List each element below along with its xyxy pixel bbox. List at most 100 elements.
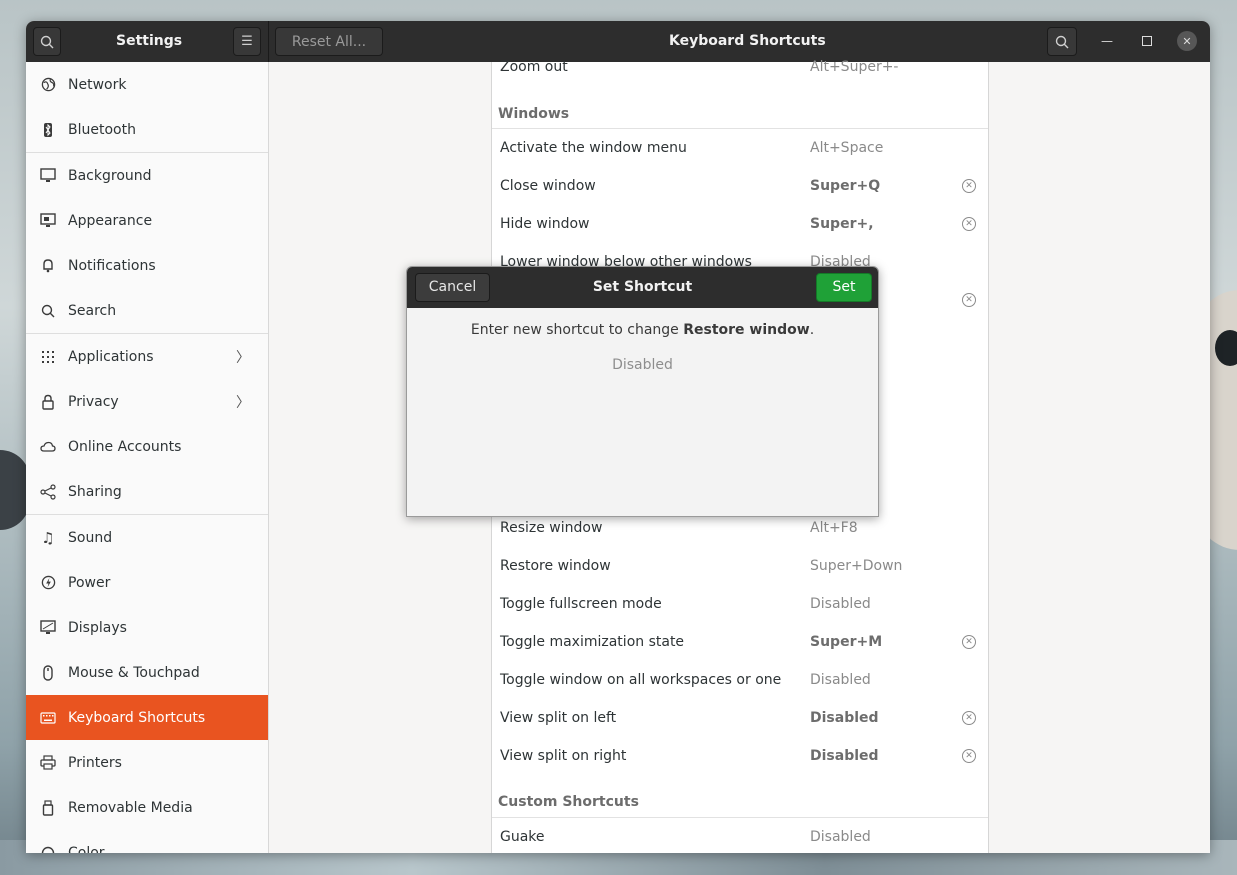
sidebar-item-printers[interactable]: Printers bbox=[26, 740, 268, 785]
message-suffix: . bbox=[809, 322, 815, 338]
set-shortcut-dialog: Set Shortcut Cancel Set Enter new shortc… bbox=[406, 266, 879, 517]
sidebar-item-search[interactable]: Search bbox=[26, 288, 268, 333]
reset-all-button[interactable]: Reset All... bbox=[275, 27, 383, 56]
sidebar-item-online-accounts[interactable]: Online Accounts bbox=[26, 424, 268, 469]
sidebar-item-label: Search bbox=[68, 302, 117, 319]
lock-icon bbox=[40, 394, 56, 410]
music-note-icon: ♫ bbox=[41, 528, 55, 547]
search-icon bbox=[40, 35, 54, 48]
sidebar-item-label: Notifications bbox=[68, 257, 156, 274]
shortcut-row[interactable]: Zoom out Alt+Super+- bbox=[492, 48, 988, 86]
shortcut-accel: Disabled bbox=[810, 748, 879, 764]
sidebar-item-sharing[interactable]: Sharing bbox=[26, 469, 268, 514]
clear-shortcut-icon[interactable]: ✕ bbox=[962, 711, 976, 725]
sidebar-item-label: Bluetooth bbox=[68, 121, 136, 138]
maximize-button[interactable] bbox=[1137, 31, 1157, 51]
shortcut-name: Toggle maximization state bbox=[500, 634, 685, 650]
shortcut-row[interactable]: Activate the window menu Alt+Space bbox=[492, 129, 988, 167]
shortcut-row[interactable]: Close window Super+Q ✕ bbox=[492, 167, 988, 205]
sidebar-title: Settings bbox=[116, 33, 183, 49]
sidebar-item-keyboard-shortcuts[interactable]: Keyboard Shortcuts bbox=[26, 695, 268, 740]
share-icon bbox=[40, 483, 56, 500]
usb-icon bbox=[40, 799, 56, 816]
sidebar-item-bluetooth[interactable]: Bluetooth bbox=[26, 107, 268, 152]
shortcut-accel: Disabled bbox=[810, 672, 871, 688]
mouse-icon bbox=[40, 664, 56, 681]
shortcut-name: Guake bbox=[500, 829, 545, 845]
sidebar-item-label: Privacy bbox=[68, 393, 119, 410]
bluetooth-icon bbox=[40, 122, 56, 138]
appearance-icon bbox=[40, 213, 56, 229]
printer-icon bbox=[40, 755, 56, 771]
cloud-icon bbox=[40, 439, 56, 455]
shortcut-search-button[interactable] bbox=[1047, 27, 1077, 56]
sidebar-item-mouse-touchpad[interactable]: Mouse & Touchpad bbox=[26, 650, 268, 695]
sidebar-item-label: Keyboard Shortcuts bbox=[68, 709, 206, 726]
shortcut-name: Toggle window on all workspaces or one bbox=[500, 672, 782, 688]
sidebar-item-notifications[interactable]: Notifications bbox=[26, 243, 268, 288]
sidebar-item-label: Network bbox=[68, 76, 127, 93]
minimize-icon: — bbox=[1101, 34, 1113, 48]
clear-shortcut-icon[interactable]: ✕ bbox=[962, 217, 976, 231]
sidebar-item-label: Displays bbox=[68, 619, 127, 636]
sidebar-item-label: Applications bbox=[68, 348, 154, 365]
keyboard-icon bbox=[40, 710, 56, 726]
grid-icon bbox=[40, 349, 56, 365]
dialog-message: Enter new shortcut to change Restore win… bbox=[407, 322, 878, 338]
minimize-button[interactable]: — bbox=[1097, 31, 1117, 51]
shortcut-row[interactable]: Toggle maximization state Super+M ✕ bbox=[492, 623, 988, 661]
message-target: Restore window bbox=[683, 322, 810, 338]
sidebar-item-label: Background bbox=[68, 167, 152, 184]
sidebar-item-privacy[interactable]: Privacy 〉 bbox=[26, 379, 268, 424]
sidebar-item-removable-media[interactable]: Removable Media bbox=[26, 785, 268, 830]
shortcut-accel: Super+Down bbox=[810, 558, 903, 574]
shortcut-name: View split on right bbox=[500, 748, 627, 764]
sidebar-item-applications[interactable]: Applications 〉 bbox=[26, 334, 268, 379]
shortcut-row[interactable]: Guake Disabled bbox=[492, 818, 988, 853]
message-prefix: Enter new shortcut to change bbox=[470, 322, 684, 338]
shortcut-accel: Disabled bbox=[810, 710, 879, 726]
shortcut-name: Zoom out bbox=[500, 59, 568, 75]
shortcut-row[interactable]: View split on left Disabled ✕ bbox=[492, 699, 988, 737]
sidebar-item-label: Appearance bbox=[68, 212, 153, 229]
sidebar-search-button[interactable] bbox=[33, 27, 61, 56]
display-icon bbox=[40, 620, 56, 636]
sidebar: Network Bluetooth Background Appearance … bbox=[26, 62, 269, 853]
clear-shortcut-icon[interactable]: ✕ bbox=[962, 749, 976, 763]
shortcut-accel: Disabled bbox=[810, 829, 871, 845]
shortcut-row[interactable]: Toggle window on all workspaces or one D… bbox=[492, 661, 988, 699]
sidebar-item-sound[interactable]: ♫ Sound bbox=[26, 515, 268, 560]
shortcut-name: Toggle fullscreen mode bbox=[500, 596, 662, 612]
shortcut-accel: Disabled bbox=[810, 596, 871, 612]
search-icon bbox=[1055, 35, 1069, 48]
close-icon: ✕ bbox=[1182, 34, 1192, 48]
close-button[interactable]: ✕ bbox=[1177, 31, 1197, 51]
shortcut-row[interactable]: Hide window Super+, ✕ bbox=[492, 205, 988, 243]
chevron-right-icon: 〉 bbox=[236, 349, 250, 366]
sidebar-item-background[interactable]: Background bbox=[26, 153, 268, 198]
color-icon bbox=[40, 845, 56, 853]
set-button[interactable]: Set bbox=[816, 273, 872, 302]
cancel-button[interactable]: Cancel bbox=[415, 273, 490, 302]
section-header-custom: Custom Shortcuts bbox=[498, 794, 639, 810]
chevron-right-icon: 〉 bbox=[236, 394, 250, 411]
sidebar-item-network[interactable]: Network bbox=[26, 62, 268, 107]
shortcut-accel: Super+, bbox=[810, 216, 874, 232]
shortcut-row[interactable]: Restore window Super+Down bbox=[492, 547, 988, 585]
clear-shortcut-icon[interactable]: ✕ bbox=[962, 635, 976, 649]
menu-button[interactable]: ☰ bbox=[233, 27, 261, 56]
shortcut-name: View split on left bbox=[500, 710, 617, 726]
sidebar-item-color[interactable]: Color bbox=[26, 830, 268, 853]
shortcut-accel: Super+Q bbox=[810, 178, 881, 194]
sidebar-item-label: Sharing bbox=[68, 483, 122, 500]
sidebar-item-label: Power bbox=[68, 574, 111, 591]
sidebar-item-appearance[interactable]: Appearance bbox=[26, 198, 268, 243]
sidebar-item-power[interactable]: Power bbox=[26, 560, 268, 605]
sidebar-item-displays[interactable]: Displays bbox=[26, 605, 268, 650]
shortcut-row[interactable]: Toggle fullscreen mode Disabled bbox=[492, 585, 988, 623]
clear-shortcut-icon[interactable]: ✕ bbox=[962, 293, 976, 307]
shortcut-name: Close window bbox=[500, 178, 596, 194]
shortcut-name: Restore window bbox=[500, 558, 611, 574]
clear-shortcut-icon[interactable]: ✕ bbox=[962, 179, 976, 193]
shortcut-row[interactable]: View split on right Disabled ✕ bbox=[492, 737, 988, 775]
